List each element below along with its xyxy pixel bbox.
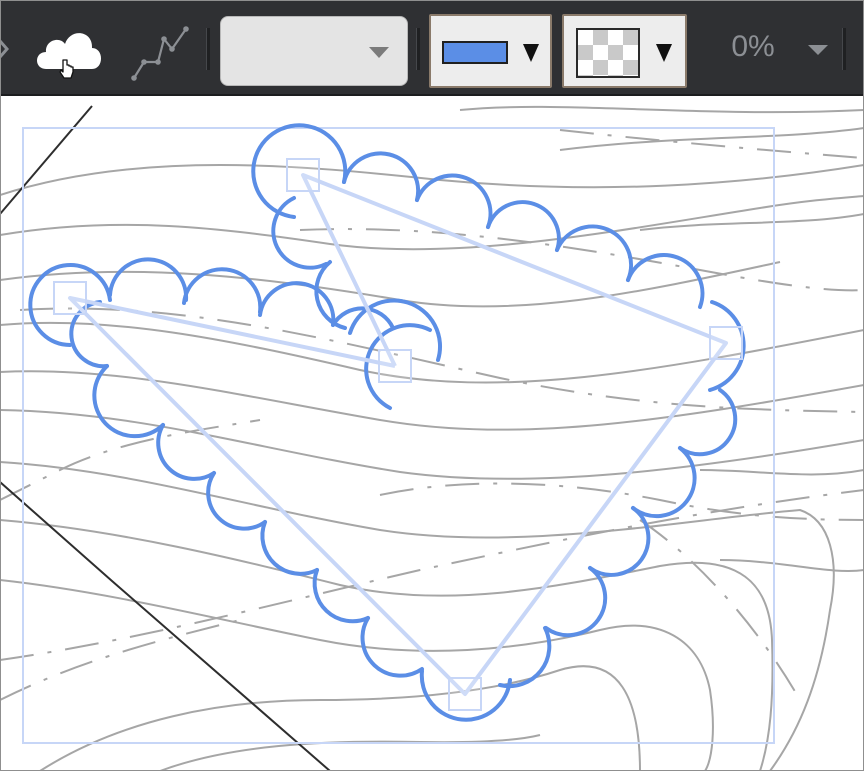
fill-color-button[interactable] xyxy=(562,14,687,88)
map-contour-lines xyxy=(0,105,864,771)
dropdown-arrow-icon xyxy=(656,44,672,62)
transparent-fill-swatch xyxy=(576,28,640,78)
cloud-icon xyxy=(37,33,101,79)
vertex-handle[interactable] xyxy=(286,158,320,192)
cloud-tool-button[interactable] xyxy=(30,20,110,80)
drawing-canvas[interactable] xyxy=(0,96,864,771)
chevron-down-icon xyxy=(808,45,828,55)
stroke-color-swatch xyxy=(442,41,508,64)
vertex-handle[interactable] xyxy=(709,326,743,360)
dropdown-arrow-icon xyxy=(523,44,539,62)
polyline-tool-button[interactable] xyxy=(128,22,192,82)
vertex-handle[interactable] xyxy=(448,677,482,711)
polyline-icon xyxy=(131,26,189,81)
vertex-handle[interactable] xyxy=(53,281,87,315)
vertex-handle[interactable] xyxy=(378,349,412,383)
map-boundary-lines xyxy=(0,105,331,771)
opacity-value: 0% xyxy=(731,30,775,63)
toolbar-edge-icon xyxy=(0,38,10,60)
toolbar-separator xyxy=(206,28,210,70)
stroke-color-button[interactable] xyxy=(429,14,552,88)
chevron-down-icon xyxy=(369,47,389,58)
line-style-dropdown[interactable] xyxy=(220,16,408,86)
toolbar: 0% xyxy=(0,0,864,96)
toolbar-separator xyxy=(416,28,420,70)
toolbar-separator xyxy=(842,28,846,70)
